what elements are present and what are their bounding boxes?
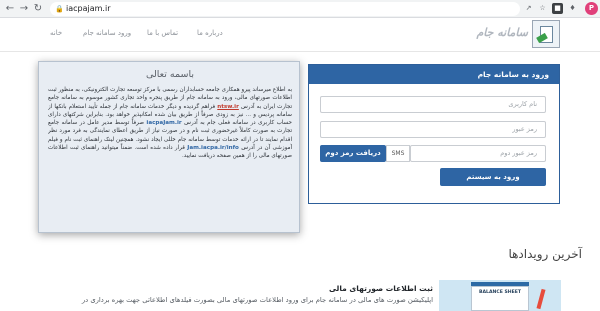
site-logo-icon[interactable] <box>532 20 560 48</box>
share-icon[interactable]: ↗ <box>523 3 534 14</box>
site-logo-text: سامانه جام <box>476 26 529 39</box>
balance-sheet-label: BALANCE SHEET <box>471 286 529 311</box>
url-text: iacpajam.ir <box>66 4 111 13</box>
login-title: ورود به سامانه جام <box>309 65 559 84</box>
profile-avatar[interactable]: P <box>585 2 598 15</box>
menu-jam-login[interactable]: ورود سامانه جام <box>83 29 131 37</box>
pen-icon <box>536 288 546 310</box>
otp-input[interactable]: رمز عبور دوم <box>410 145 546 162</box>
browser-toolbar: ← → ↻ 🔒 iacpajam.ir ↗ ☆ ■ ♦ P <box>0 0 600 18</box>
events-heading: آخرین رویدادها <box>508 247 582 261</box>
star-icon[interactable]: ☆ <box>537 3 548 14</box>
otp-method-select[interactable]: SMS <box>386 145 410 162</box>
reload-icon[interactable]: ↻ <box>32 2 44 15</box>
extension-icon-2[interactable]: ♦ <box>567 3 578 14</box>
notice-title: باسمه تعالی <box>145 69 195 80</box>
menu-contact[interactable]: تماس با ما <box>147 29 178 37</box>
iacpajam-link[interactable]: iacpaJam.ir <box>146 120 181 126</box>
extension-icon[interactable]: ■ <box>552 3 563 14</box>
menu-about[interactable]: درباره ما <box>197 29 223 37</box>
notice-dialog: باسمه تعالی به اطلاع میرساند پیرو همکاری… <box>38 61 300 233</box>
get-otp-button[interactable]: دریافت رمز دوم <box>320 145 386 162</box>
event-card-description: اپلیکیشن صورت های مالی در سامانه جام برا… <box>81 296 433 304</box>
site-header: سامانه جام درباره ما تماس با ما ورود سام… <box>0 18 600 52</box>
balance-sheet-image[interactable]: BALANCE SHEET <box>439 280 561 311</box>
info-link[interactable]: Jam.iacpa.ir/info <box>187 145 239 151</box>
menu-home[interactable]: خانه <box>50 29 62 37</box>
forward-icon[interactable]: → <box>18 2 30 15</box>
ntsw-link[interactable]: ntsw.ir <box>217 104 239 110</box>
login-submit-button[interactable]: ورود به سیستم <box>440 168 546 186</box>
notice-body: به اطلاع میرساند پیرو همکاری جامعه حسابد… <box>48 86 292 231</box>
event-card-title[interactable]: ثبت اطلاعات صورتهای مالی <box>260 284 433 293</box>
back-icon[interactable]: ← <box>4 2 16 15</box>
username-input[interactable]: نام کاربری <box>320 96 546 113</box>
address-bar[interactable]: 🔒 iacpajam.ir <box>50 2 520 16</box>
password-input[interactable]: رمز عبور <box>320 121 546 138</box>
lock-icon: 🔒 <box>55 5 64 13</box>
